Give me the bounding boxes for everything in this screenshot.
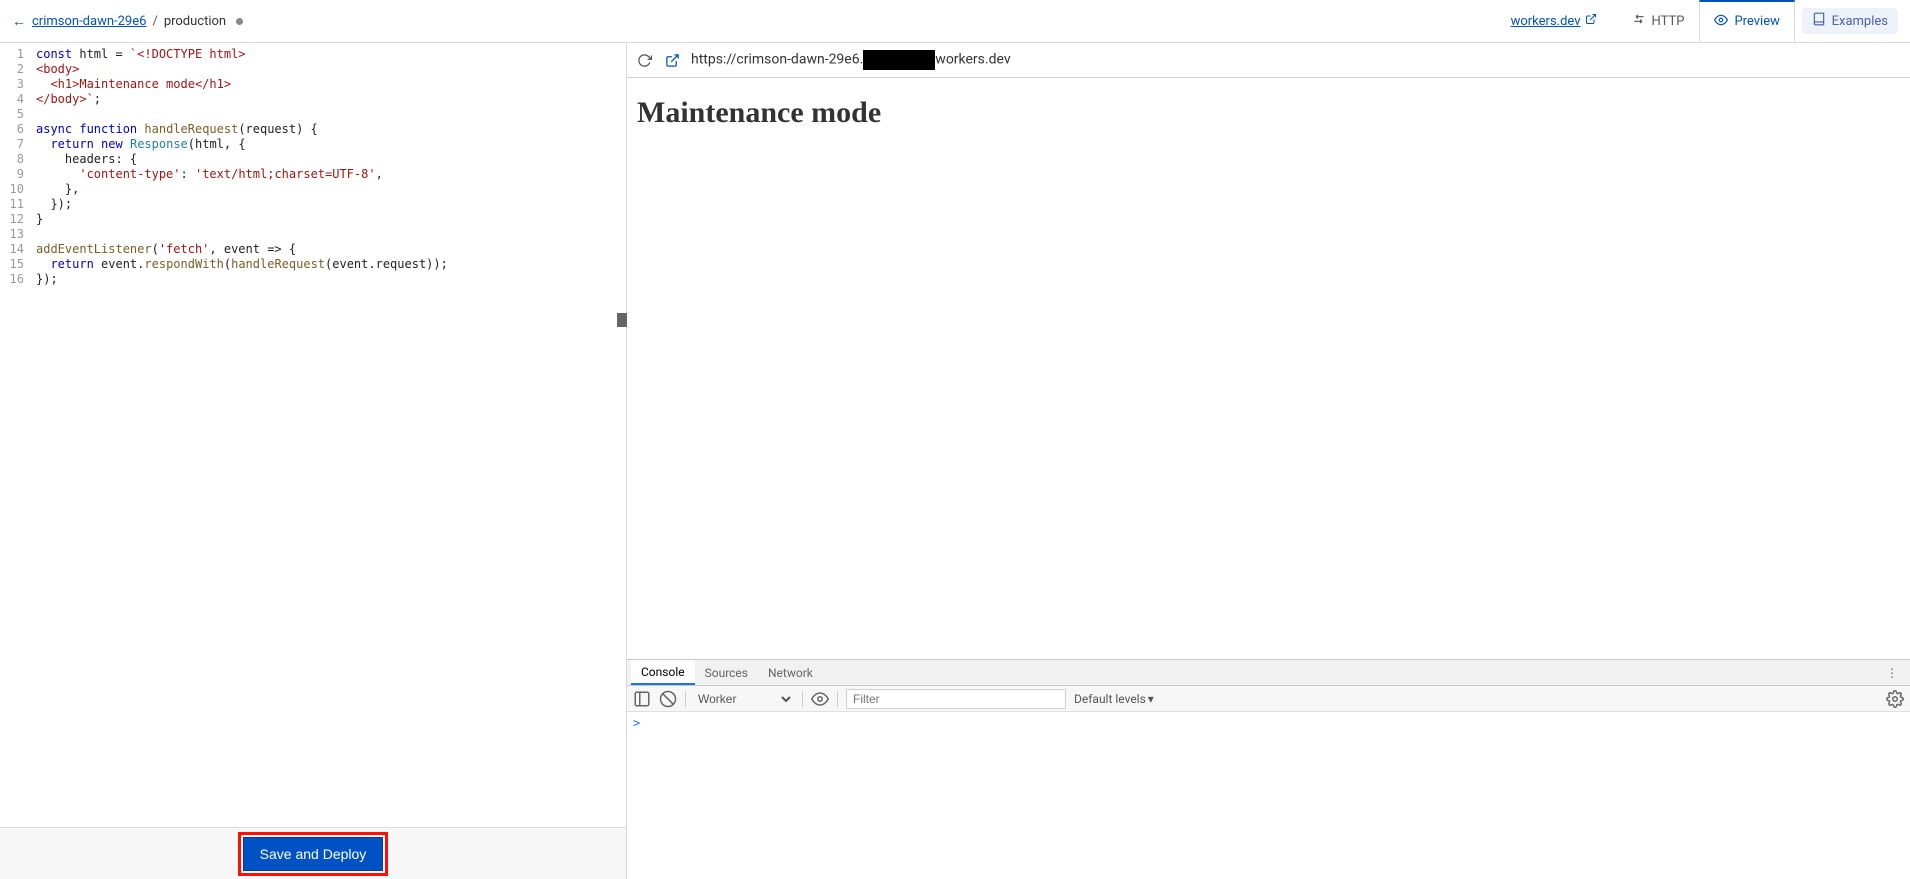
toggle-sidebar-icon[interactable] — [633, 690, 651, 708]
editor-action-bar: Save and Deploy — [0, 827, 626, 879]
console-context-select[interactable]: Worker — [694, 691, 794, 707]
open-external-icon[interactable] — [663, 51, 681, 69]
code-line[interactable]: 15 return event.respondWith(handleReques… — [0, 257, 626, 272]
code-content[interactable]: <body> — [36, 62, 79, 77]
line-number: 16 — [0, 272, 36, 287]
book-icon — [1812, 12, 1826, 30]
workers-dev-link[interactable]: workers.dev — [1511, 13, 1597, 29]
preview-url-bar: https://crimson-dawn-29e6. workers.dev — [627, 43, 1910, 78]
line-number: 6 — [0, 122, 36, 137]
toolbar-divider — [802, 691, 803, 707]
console-filter-input[interactable] — [846, 689, 1066, 709]
preview-url-field[interactable]: https://crimson-dawn-29e6. workers.dev — [691, 50, 1902, 70]
unsaved-indicator-icon — [236, 18, 243, 25]
devtools-more-icon[interactable]: ⋮ — [1878, 660, 1906, 685]
chevron-down-icon: ▾ — [1148, 692, 1154, 706]
line-number: 11 — [0, 197, 36, 212]
code-content[interactable]: return event.respondWith(handleRequest(e… — [36, 257, 448, 272]
toolbar-divider — [837, 691, 838, 707]
workers-dev-label: workers.dev — [1511, 14, 1581, 29]
deploy-highlight: Save and Deploy — [238, 832, 389, 876]
devtools-tabs: Console Sources Network ⋮ — [627, 660, 1910, 686]
toolbar-divider — [685, 691, 686, 707]
save-and-deploy-button[interactable]: Save and Deploy — [243, 837, 384, 871]
code-content[interactable]: } — [36, 212, 43, 227]
code-content[interactable]: 'content-type': 'text/html;charset=UTF-8… — [36, 167, 383, 182]
code-line[interactable]: 7 return new Response(html, { — [0, 137, 626, 152]
url-suffix: workers.dev — [935, 52, 1010, 68]
line-number: 8 — [0, 152, 36, 167]
code-content[interactable]: return new Response(html, { — [36, 137, 246, 152]
breadcrumb: ← crimson-dawn-29e6 / production — [12, 13, 243, 30]
refresh-icon[interactable] — [635, 51, 653, 69]
line-number: 10 — [0, 182, 36, 197]
line-number: 7 — [0, 137, 36, 152]
breadcrumb-separator: / — [152, 14, 157, 29]
preview-heading: Maintenance mode — [637, 96, 1900, 130]
code-content[interactable]: headers: { — [36, 152, 137, 167]
console-output[interactable]: > — [627, 712, 1910, 879]
line-number: 5 — [0, 107, 36, 122]
code-line[interactable]: 5 — [0, 107, 626, 122]
line-number: 15 — [0, 257, 36, 272]
console-levels-label: Default levels — [1074, 692, 1146, 706]
code-line[interactable]: 13 — [0, 227, 626, 242]
code-content[interactable]: <h1>Maintenance mode</h1> — [36, 77, 231, 92]
breadcrumb-env: production — [164, 14, 226, 29]
back-arrow-icon[interactable]: ← — [12, 13, 26, 30]
code-content[interactable]: addEventListener('fetch', event => { — [36, 242, 296, 257]
code-line[interactable]: 4</body>`; — [0, 92, 626, 107]
swap-icon — [1632, 12, 1646, 30]
redacted-segment — [863, 50, 935, 70]
clear-console-icon[interactable] — [659, 690, 677, 708]
code-line[interactable]: 6async function handleRequest(request) { — [0, 122, 626, 137]
code-content[interactable]: </body>`; — [36, 92, 101, 107]
line-number: 4 — [0, 92, 36, 107]
console-levels-select[interactable]: Default levels ▾ — [1074, 692, 1154, 706]
devtools-panel: Console Sources Network ⋮ Worker — [627, 659, 1910, 879]
line-number: 9 — [0, 167, 36, 182]
line-number: 2 — [0, 62, 36, 77]
line-number: 12 — [0, 212, 36, 227]
split-divider-handle[interactable] — [617, 313, 627, 327]
devtools-console-toolbar: Worker Default levels ▾ — [627, 686, 1910, 712]
external-link-icon — [1585, 13, 1597, 29]
tab-http[interactable]: HTTP — [1617, 0, 1700, 42]
code-line[interactable]: 9 'content-type': 'text/html;charset=UTF… — [0, 167, 626, 182]
code-content[interactable]: async function handleRequest(request) { — [36, 122, 318, 137]
devtools-tab-network[interactable]: Network — [758, 660, 823, 685]
tab-preview-label: Preview — [1734, 14, 1779, 29]
code-line[interactable]: 10 }, — [0, 182, 626, 197]
code-line[interactable]: 2<body> — [0, 62, 626, 77]
devtools-tab-console[interactable]: Console — [631, 660, 695, 685]
examples-label: Examples — [1832, 14, 1888, 29]
tab-http-label: HTTP — [1652, 14, 1685, 29]
breadcrumb-worker-link[interactable]: crimson-dawn-29e6 — [32, 14, 146, 29]
code-line[interactable]: 1const html = `<!DOCTYPE html> — [0, 47, 626, 62]
code-content[interactable]: const html = `<!DOCTYPE html> — [36, 47, 246, 62]
devtools-tab-sources[interactable]: Sources — [695, 660, 758, 685]
code-content[interactable]: }); — [36, 272, 58, 287]
line-number: 1 — [0, 47, 36, 62]
code-line[interactable]: 16}); — [0, 272, 626, 287]
tab-preview[interactable]: Preview — [1699, 0, 1794, 42]
console-settings-icon[interactable] — [1886, 690, 1904, 708]
live-expression-icon[interactable] — [811, 690, 829, 708]
code-line[interactable]: 8 headers: { — [0, 152, 626, 167]
code-line[interactable]: 11 }); — [0, 197, 626, 212]
line-number: 3 — [0, 77, 36, 92]
preview-frame: Maintenance mode — [627, 78, 1910, 659]
code-line[interactable]: 14addEventListener('fetch', event => { — [0, 242, 626, 257]
url-prefix: https://crimson-dawn-29e6. — [691, 52, 863, 68]
examples-button[interactable]: Examples — [1802, 8, 1898, 34]
code-editor[interactable]: 1const html = `<!DOCTYPE html>2<body>3 <… — [0, 43, 626, 827]
code-content[interactable]: }); — [36, 197, 72, 212]
code-content[interactable]: }, — [36, 182, 79, 197]
line-number: 13 — [0, 227, 36, 242]
code-line[interactable]: 12} — [0, 212, 626, 227]
code-line[interactable]: 3 <h1>Maintenance mode</h1> — [0, 77, 626, 92]
console-prompt: > — [633, 716, 640, 730]
eye-icon — [1714, 13, 1728, 31]
line-number: 14 — [0, 242, 36, 257]
